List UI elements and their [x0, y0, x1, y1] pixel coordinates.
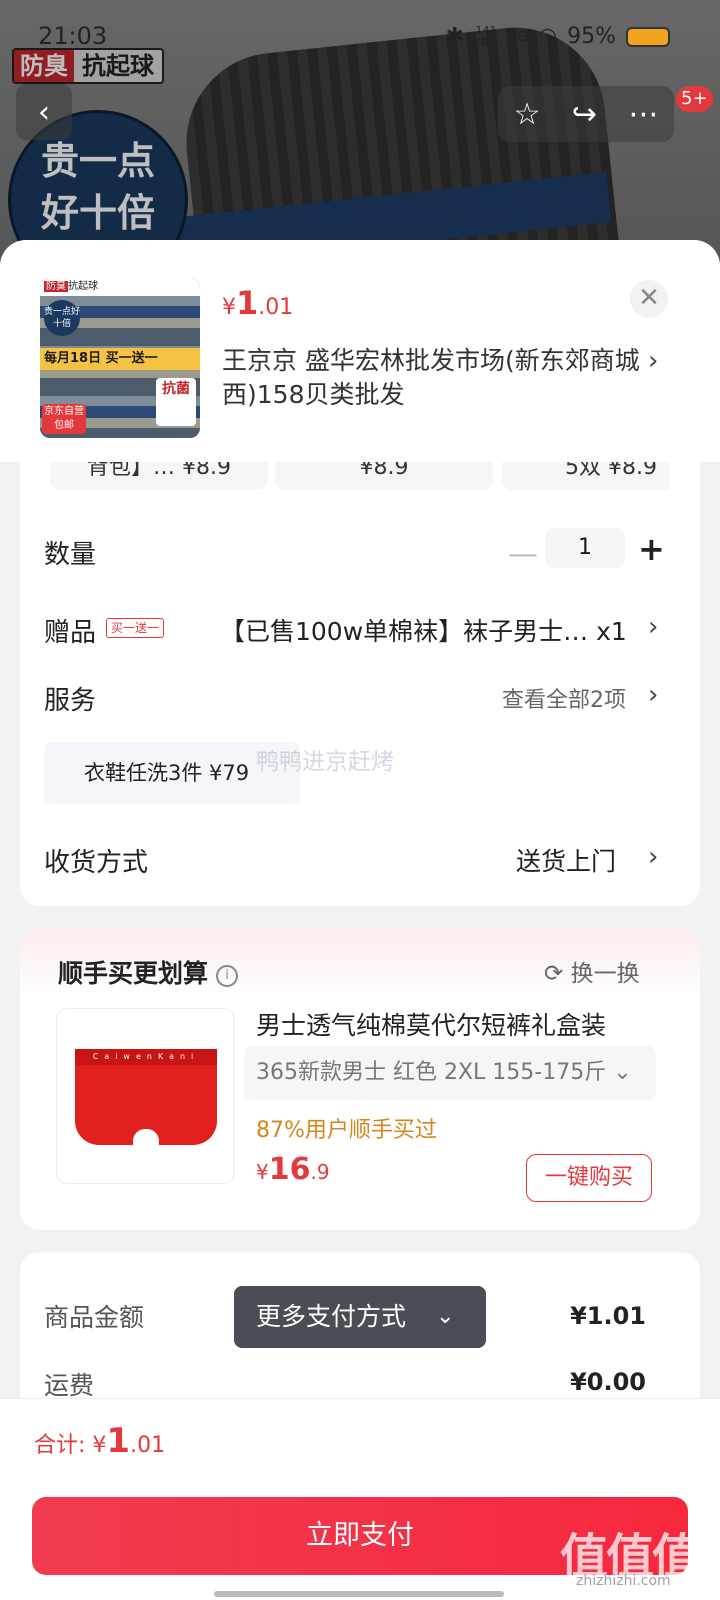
- share-icon[interactable]: ↪: [572, 97, 597, 132]
- gift-tag: 买一送一: [106, 618, 165, 638]
- options-card: 背包】… ¥8.9 ¥8.9 5双 ¥8.9 数量 — 1 + 赠品 买一送一 …: [20, 430, 700, 906]
- wifi-icon: ◠: [537, 24, 558, 49]
- thumb-ribbon: 每月18日 买一送一: [40, 348, 200, 370]
- quantity-label: 数量: [44, 540, 97, 570]
- close-icon: ✕: [638, 283, 660, 313]
- close-button[interactable]: ✕: [630, 280, 668, 318]
- gift-label: 赠品: [44, 618, 97, 648]
- plus-button[interactable]: +: [638, 530, 665, 568]
- recommend-card: 顺手买更划算 i ⟳ 换一换 CaiwenKani 男士透气纯棉莫代尔短裤礼盒装 …: [20, 930, 700, 1230]
- chevron-left-icon: ‹: [38, 94, 50, 130]
- battery-icon: [626, 26, 670, 47]
- signal-icon: 5G: [508, 28, 528, 45]
- goods-amount-label: 商品金额: [44, 1303, 145, 1332]
- chevron-right-icon[interactable]: ›: [648, 680, 658, 710]
- chevron-right-icon[interactable]: ›: [648, 346, 658, 376]
- thumb-circle: 贵一点好十倍: [44, 300, 80, 336]
- total-amount: 合计: ¥1.01: [34, 1421, 166, 1461]
- info-icon[interactable]: i: [216, 965, 239, 987]
- chevron-right-icon[interactable]: ›: [648, 612, 658, 642]
- bottom-bar: 合计: ¥1.01 立即支付 值值值 zhizhizhi.com: [0, 1398, 720, 1600]
- refresh-icon: ⟳: [544, 961, 564, 987]
- back-button[interactable]: ‹: [16, 84, 72, 140]
- recommend-spec-select[interactable]: 365新款男士 红色 2XL 155-175斤 ⌄: [244, 1046, 656, 1100]
- product-thumbnail[interactable]: 防臭 抗起球 贵一点好十倍 每月18日 买一送一 京东自营包邮 抗菌: [40, 278, 200, 438]
- cart-count-badge: 5+: [676, 86, 713, 112]
- shipping-value: ¥0.00: [570, 1368, 646, 1396]
- bluetooth-icon: ✱: [445, 24, 464, 49]
- chevron-right-icon[interactable]: ›: [648, 842, 658, 872]
- recommend-product-name[interactable]: 男士透气纯棉莫代尔短裤礼盒装: [256, 1006, 606, 1042]
- chevron-down-icon: ⌄: [436, 1304, 455, 1329]
- site-url: zhizhizhi.com: [576, 1573, 671, 1589]
- gift-value[interactable]: 【已售100w单棉袜】袜子男士… x1: [220, 612, 627, 648]
- thumb-brand: 防臭 抗起球: [40, 278, 200, 296]
- battery-percent: 95%: [567, 24, 616, 49]
- status-bar: 21:03 ✱ 141 KB/s 5G ◠ 95%: [0, 18, 720, 58]
- goods-amount-value: ¥1.01: [570, 1302, 646, 1330]
- watermark: 鸭鸭进京赶烤: [256, 749, 394, 775]
- quantity-input[interactable]: 1: [545, 528, 625, 568]
- shipping-label: 运费: [44, 1371, 95, 1400]
- star-icon[interactable]: ☆: [514, 97, 541, 132]
- thumb-tag: 京东自营包邮: [42, 404, 86, 434]
- thumb-side: 抗菌: [156, 378, 196, 426]
- status-icons: ✱ 141 KB/s 5G ◠ 95%: [445, 24, 670, 49]
- recommend-price: ¥16.9: [256, 1152, 330, 1187]
- swap-button[interactable]: ⟳ 换一换: [544, 954, 640, 988]
- recommend-product-image[interactable]: CaiwenKani: [56, 1008, 234, 1184]
- recommend-title: 顺手买更划算 i: [58, 954, 239, 990]
- delivery-address[interactable]: 王京京 盛华宏林批发市场(新东郊商城西)158贝类批发: [222, 344, 642, 412]
- net-speed: 141 KB/s: [473, 23, 499, 49]
- service-label: 服务: [44, 686, 97, 716]
- status-time: 21:03: [38, 22, 108, 50]
- home-indicator[interactable]: [214, 1591, 504, 1597]
- sheet-header: 防臭 抗起球 贵一点好十倍 每月18日 买一送一 京东自营包邮 抗菌 ¥1.01 …: [0, 240, 720, 462]
- one-click-buy-button[interactable]: 一键购买: [526, 1154, 652, 1202]
- delivery-label: 收货方式: [44, 848, 149, 878]
- service-value[interactable]: 查看全部2项: [502, 682, 626, 714]
- recommend-stat: 87%用户顺手买过: [256, 1118, 437, 1143]
- more-icon[interactable]: ⋯: [628, 97, 658, 132]
- delivery-value[interactable]: 送货上门: [516, 842, 616, 878]
- more-payment-button[interactable]: 更多支付方式 ⌄: [234, 1286, 486, 1348]
- purchase-sheet: 防臭 抗起球 贵一点好十倍 每月18日 买一送一 京东自营包邮 抗菌 ¥1.01 …: [0, 240, 720, 1600]
- minus-button[interactable]: —: [508, 537, 538, 572]
- sheet-price: ¥1.01: [222, 284, 294, 322]
- top-actions: ☆ ↪ ⋯: [498, 86, 674, 142]
- shorts-image: CaiwenKani: [75, 1049, 217, 1149]
